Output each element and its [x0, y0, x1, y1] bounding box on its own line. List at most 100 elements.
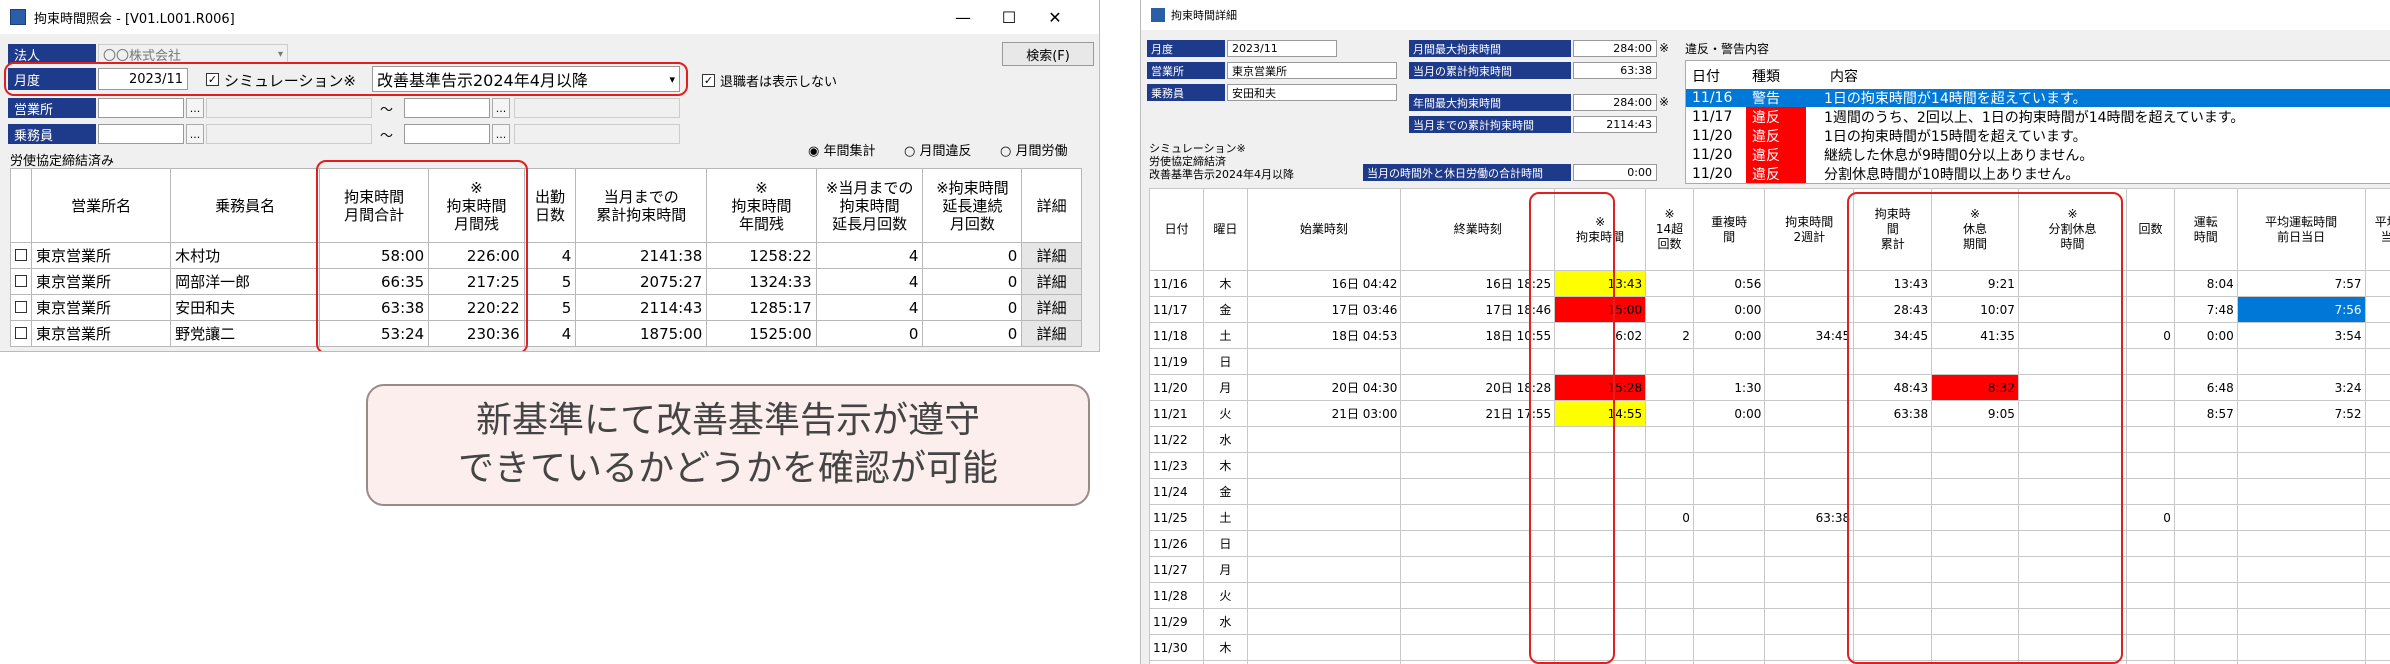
office-lookup-button[interactable]: ...	[186, 98, 204, 118]
row-checkbox[interactable]	[10, 242, 32, 269]
cell-office: 東京営業所	[30, 268, 172, 295]
detail-cell	[1246, 504, 1402, 531]
detail-cell	[2173, 426, 2238, 453]
minimize-button[interactable]: —	[940, 0, 986, 34]
radio-month-labor[interactable]: ○ 月間労働	[1000, 140, 1068, 159]
detail-row[interactable]: 11/27 月	[1148, 556, 2390, 583]
warn-list[interactable]: 日付 種類 内容 11/16 警告 1日の拘束時間が14時間を超えています。 11/1…	[1685, 60, 2390, 184]
detail-cell: 金	[1203, 660, 1248, 664]
detail-cell	[2126, 270, 2175, 297]
detail-row[interactable]: 11/16 木 16日 04:42 16日 18:25 13:43 0:56 13:43 9:…	[1148, 270, 2390, 297]
table-header-row: 営業所名 乗務員名 拘束時間 月間合計 ※ 拘束時間 月間残 出勤 日数 当月ま…	[10, 168, 1082, 243]
detail-cell: 11/25	[1148, 504, 1205, 531]
detail-row[interactable]: 11/26 日	[1148, 530, 2390, 557]
checkbox-icon[interactable]	[15, 274, 27, 287]
highlight-frame-rest	[1847, 192, 2123, 664]
detail-button[interactable]: 詳細	[1021, 294, 1082, 321]
detail-cell	[2364, 322, 2390, 349]
checkbox-icon[interactable]	[15, 300, 27, 313]
cell-driver: 岡部洋一郎	[170, 268, 321, 295]
detail-row[interactable]: 11/30 木	[1148, 634, 2390, 661]
detail-button[interactable]: 詳細	[1021, 242, 1082, 269]
detail-cell: 0:00	[1692, 400, 1766, 427]
detail-row[interactable]: 11/25 土 0 63:38 0	[1148, 504, 2390, 531]
chevron-down-icon: ▾	[277, 48, 283, 60]
warn-item[interactable]: 11/20 違反 1日の拘束時間が15時間を超えています。	[1686, 126, 2390, 146]
detail-cell	[2173, 452, 2238, 479]
detail-cell: 3:24	[2236, 374, 2366, 401]
detail-row[interactable]: 11/29 水	[1148, 608, 2390, 635]
driver-lookup-to-button[interactable]: ...	[492, 124, 510, 144]
detail-row[interactable]: 12/01金	[1148, 660, 2390, 664]
maximize-button[interactable]: ☐	[986, 0, 1032, 34]
detail-row[interactable]: 11/20 月 20日 04:30 20日 18:28 15:28 1:30 48:43 8:…	[1148, 374, 2390, 401]
hojin-select[interactable]: 〇〇株式会社 ▾	[98, 44, 288, 64]
agreement-label: 労使協定締結済み	[10, 154, 115, 169]
cell-ext: 0	[815, 320, 924, 347]
cell-cont: 0	[922, 294, 1023, 321]
checkbox-icon[interactable]	[15, 248, 27, 261]
detail-col-header: 日付	[1148, 188, 1205, 271]
detail-row[interactable]: 11/22 水	[1148, 426, 2390, 453]
table-row[interactable]: 東京営業所 安田和夫 63:38 220:22 5 2114:43 1285:17 4 0 詳細	[10, 294, 1082, 321]
detail-cell	[1692, 426, 1766, 453]
detail-cell	[1645, 608, 1694, 635]
warn-text: 継続した休息が9時間0分以上ありません。	[1824, 148, 2094, 164]
close-button[interactable]: ✕	[1032, 0, 1078, 34]
detail-cell	[1645, 478, 1694, 505]
detail-row[interactable]: 11/18 土 18日 04:53 18日 10:55 6:02 2 0:00 34:45 34…	[1148, 322, 2390, 349]
detail-cell	[2173, 582, 2238, 609]
detail-cell	[2126, 296, 2175, 323]
cell-ext: 4	[815, 268, 924, 295]
detail-cell	[2236, 608, 2366, 635]
radio-month-violation[interactable]: ○ 月間違反	[904, 140, 972, 159]
detail-cell	[2364, 426, 2390, 453]
retired-checkbox[interactable]: ✓	[702, 74, 715, 87]
detail-cell: 11/17	[1148, 296, 1205, 323]
right-titlebar: 拘束時間詳細	[1141, 0, 2390, 30]
detail-cell	[1246, 530, 1402, 557]
table-row[interactable]: 東京営業所 岡部洋一郎 66:35 217:25 5 2075:27 1324:33 4 0 詳細	[10, 268, 1082, 295]
table-row[interactable]: 東京営業所 木村功 58:00 226:00 4 2141:38 1258:22 4 0 詳細	[10, 242, 1082, 269]
warn-item[interactable]: 11/16 警告 1日の拘束時間が14時間を超えています。	[1686, 89, 2390, 107]
row-checkbox[interactable]	[10, 294, 32, 321]
callout-box: 新基準にて改善基準告示が遵守 できているかどうかを確認が可能	[366, 384, 1090, 506]
row-checkbox[interactable]	[10, 268, 32, 295]
warn-item[interactable]: 11/17 違反 1週間のうち、2回以上、1日の拘束時間が14時間を超えています。	[1686, 107, 2390, 127]
detail-row[interactable]: 11/23 木	[1148, 452, 2390, 479]
radio-year-label: 年間集計	[823, 144, 876, 159]
detail-cell: 12/01	[1148, 660, 1205, 664]
office-code-to[interactable]	[404, 98, 490, 118]
detail-row[interactable]: 11/21 火 21日 03:00 21日 17:55 14:55 0:00 63:38 9:…	[1148, 400, 2390, 427]
warn-item[interactable]: 11/20 違反 継続した休息が9時間0分以上ありません。	[1686, 145, 2390, 165]
col-year: ※ 拘束時間 年間残	[706, 168, 817, 243]
detail-row[interactable]: 11/19 日	[1148, 348, 2390, 375]
detail-row[interactable]: 11/17 金 17日 03:46 17日 18:46 15:00 0:00 28:43 10…	[1148, 296, 2390, 323]
detail-cell: 月	[1203, 374, 1248, 401]
detail-button[interactable]: 詳細	[1021, 320, 1082, 347]
office-label: 営業所	[8, 98, 96, 118]
detail-cell	[2364, 660, 2390, 664]
summary-table: 営業所名 乗務員名 拘束時間 月間合計 ※ 拘束時間 月間残 出勤 日数 当月ま…	[10, 168, 1082, 347]
search-button[interactable]: 検索(F)	[1002, 42, 1094, 66]
radio-year[interactable]: ◉ 年間集計	[808, 140, 876, 159]
driver-lookup-button[interactable]: ...	[186, 124, 204, 144]
detail-cell	[1246, 426, 1402, 453]
warn-item[interactable]: 11/20 違反 分割休息時間が10時間以上ありません。	[1686, 164, 2390, 183]
office-code-from[interactable]	[98, 98, 184, 118]
table-row[interactable]: 東京営業所 野党讓二 53:24 230:36 4 1875:00 1525:00 0 0 詳細	[10, 320, 1082, 347]
detail-col-header: 平均運転時間 前日当日	[2236, 188, 2366, 271]
detail-button[interactable]: 詳細	[1021, 268, 1082, 295]
office-lookup-to-button[interactable]: ...	[492, 98, 510, 118]
row-checkbox[interactable]	[10, 320, 32, 347]
detail-cell	[1692, 660, 1766, 664]
detail-row[interactable]: 11/28 火	[1148, 582, 2390, 609]
detail-row[interactable]: 11/24 金	[1148, 478, 2390, 505]
driver-code-from[interactable]	[98, 124, 184, 144]
detail-cell: 6:48	[2173, 374, 2238, 401]
detail-cell: 17日 03:46	[1246, 296, 1402, 323]
driver-code-to[interactable]	[404, 124, 490, 144]
checkbox-icon[interactable]	[15, 326, 27, 339]
detail-cell: 11/22	[1148, 426, 1205, 453]
detail-cell	[1692, 608, 1766, 635]
